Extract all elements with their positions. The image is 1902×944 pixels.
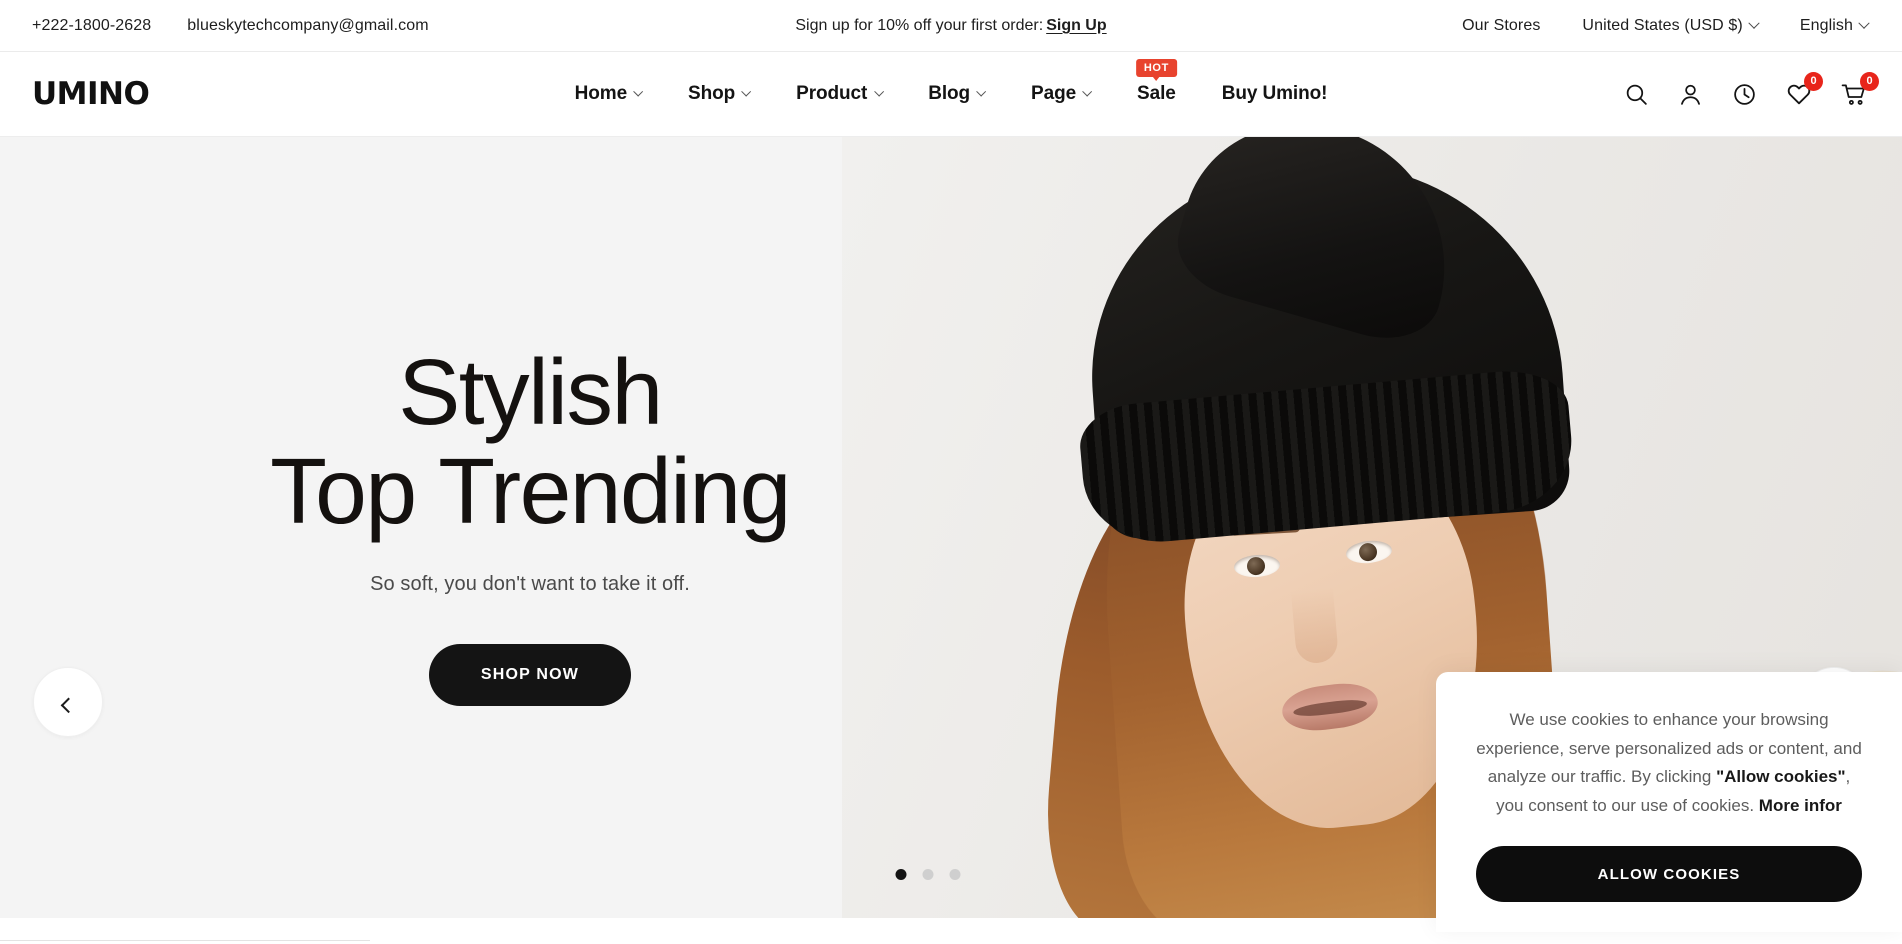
cookie-message: We use cookies to enhance your browsing …	[1476, 706, 1862, 820]
hero-headline: Stylish Top Trending	[270, 340, 791, 543]
nav-label: Product	[796, 83, 868, 104]
cookie-more-info-link[interactable]: More infor	[1759, 796, 1842, 815]
nav-label: Buy Umino!	[1221, 83, 1328, 104]
nav-item-home[interactable]: Home	[552, 83, 665, 105]
chevron-down-icon	[1858, 17, 1870, 29]
carousel-dot-3[interactable]	[949, 869, 961, 880]
nav-item-blog[interactable]: Blog	[905, 83, 1008, 105]
nav-item-page[interactable]: Page	[1008, 83, 1114, 105]
carousel-dot-1[interactable]	[895, 869, 907, 880]
heart-icon[interactable]: 0	[1786, 72, 1823, 107]
nav-label: Blog	[928, 83, 971, 104]
nav-label: Sale	[1137, 83, 1176, 104]
cart-count-badge: 0	[1860, 71, 1879, 91]
user-icon[interactable]	[1678, 82, 1703, 107]
language-selector[interactable]: English	[1799, 16, 1870, 35]
country-currency-label: United States (USD $)	[1582, 16, 1743, 34]
chevron-left-icon	[60, 697, 76, 713]
carousel-prev-button[interactable]	[33, 667, 103, 737]
promo-message: Sign up for 10% off your first order: Sig…	[795, 17, 1106, 35]
allow-cookies-button[interactable]: ALLOW COOKIES	[1476, 846, 1862, 903]
topbar-contact-group: +222-1800-2628 blueskytechcompany@gmail.…	[0, 17, 429, 35]
chevron-down-icon	[1082, 86, 1093, 97]
cookie-text-bold1: "Allow cookies"	[1716, 767, 1846, 787]
topbar-utility-group: Our Stores United States (USD $) English	[1462, 17, 1902, 35]
clock-icon[interactable]	[1732, 82, 1757, 107]
nav-label: Home	[574, 83, 628, 104]
brand-logo[interactable]: UMINO	[0, 76, 150, 112]
our-stores-link[interactable]: Our Stores	[1462, 17, 1540, 35]
announcement-bar: +222-1800-2628 blueskytechcompany@gmail.…	[0, 0, 1902, 52]
hot-badge: HOT	[1135, 59, 1177, 77]
signup-link[interactable]: Sign Up	[1046, 17, 1106, 34]
email-link[interactable]: blueskytechcompany@gmail.com	[187, 17, 428, 35]
chevron-down-icon	[873, 86, 884, 97]
cart-icon[interactable]: 0	[1841, 71, 1879, 108]
chevron-down-icon	[633, 86, 644, 97]
hero-subtitle: So soft, you don't want to take it off.	[370, 572, 690, 595]
hero-headline-line2: Top Trending	[270, 439, 791, 543]
main-navigation: Home Shop Product Blog Page HOT Sale Buy…	[552, 59, 1351, 105]
carousel-pagination	[895, 869, 961, 880]
nav-label: Shop	[688, 83, 736, 104]
site-header: UMINO Home Shop Product Blog Page HOT Sa…	[0, 52, 1902, 137]
cookie-consent-panel: We use cookies to enhance your browsing …	[1436, 672, 1902, 933]
wishlist-count-badge: 0	[1804, 72, 1823, 91]
hero-headline-line1: Stylish	[398, 340, 663, 445]
chevron-down-icon	[976, 86, 987, 97]
nav-item-product[interactable]: Product	[773, 83, 905, 105]
model-nose	[1290, 587, 1340, 665]
search-icon[interactable]	[1624, 82, 1649, 107]
chevron-down-icon	[741, 86, 752, 97]
carousel-dot-2[interactable]	[922, 869, 934, 880]
promo-text: Sign up for 10% off your first order:	[795, 16, 1044, 34]
shop-now-button[interactable]: SHOP NOW	[428, 643, 632, 706]
nav-item-sale[interactable]: HOT Sale	[1114, 59, 1199, 105]
phone-link[interactable]: +222-1800-2628	[32, 17, 151, 35]
nav-item-buy-umino[interactable]: Buy Umino!	[1199, 83, 1351, 105]
nav-label: Page	[1031, 83, 1077, 104]
nav-item-shop[interactable]: Shop	[665, 83, 773, 105]
language-label: English	[1799, 16, 1853, 34]
page-root: +222-1800-2628 blueskytechcompany@gmail.…	[0, 0, 1902, 944]
header-action-icons: 0 0	[1624, 71, 1902, 108]
country-currency-selector[interactable]: United States (USD $)	[1582, 16, 1760, 35]
hero-text-block: Stylish Top Trending So soft, you don't …	[0, 137, 1060, 942]
chevron-down-icon	[1748, 17, 1760, 29]
